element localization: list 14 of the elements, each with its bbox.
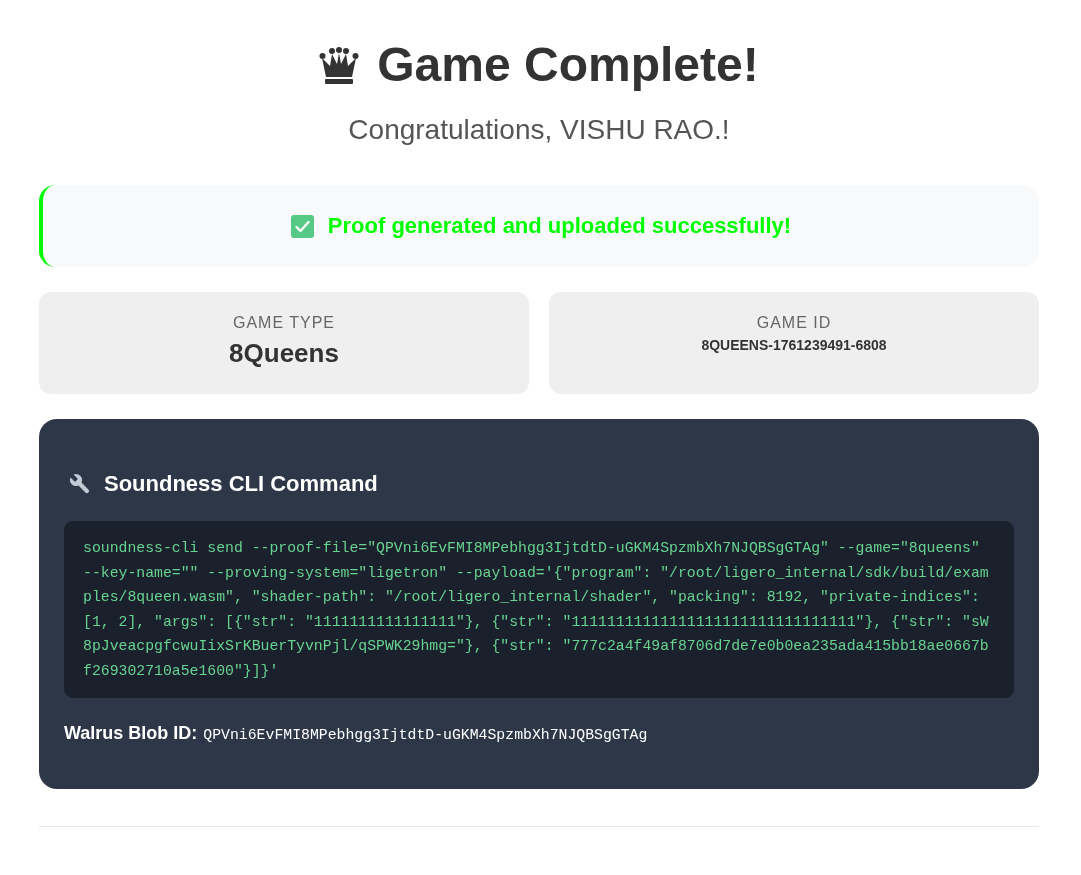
check-icon	[290, 214, 314, 238]
congratulations-text: Congratulations, VISHU RAO.!	[347, 113, 731, 147]
section-heading: Soundness CLI Command	[104, 470, 378, 498]
wrench-icon	[68, 472, 92, 496]
success-message: Proof generated and uploaded successfully!	[327, 212, 792, 240]
blob-id-value: QPVni6EvFMI8MPebhgg3IjtdtD-uGKM4SpzmbXh7NJQBSgGTAg	[203, 726, 648, 745]
card-label: GAME ID	[756, 313, 832, 333]
blob-id-label: Walrus Blob ID:	[64, 722, 198, 745]
page-title: Game Complete!	[377, 37, 759, 93]
code-block: soundness-cli send --proof-file="QPVni6EvFMI8MPebhgg3IjtdtD-uGKM4SpzmbXh7NJQBSgGTAg" --game="8queens" --key-name="" --proving-system="ligetron" --payload='{"program": "/root/ligero_internal/sdk/build/examples/8queen.wasm", "shader-path": "/root/ligero_internal/shader", "packing": 8192, "private-indices": [1, 2], "args": [{"str": "1111111111111111"}, {"str": "11111111111111111111111111111111"}, {"str": "sW8pJveacpgfcwuIixSrKBuerTyvnPjl/qSPWK29hmg="}, {"str": "777c2a4f49af8706d7de7e0b0ea235ada415bb18ae0667bf269302710a5e1600"}]}'	[64, 521, 1014, 698]
card-value: 8Queens	[229, 337, 339, 370]
card-value: 8QUEENS-1761239491-6808	[701, 336, 887, 355]
crown-icon	[319, 46, 360, 84]
card-label: GAME TYPE	[232, 313, 336, 333]
